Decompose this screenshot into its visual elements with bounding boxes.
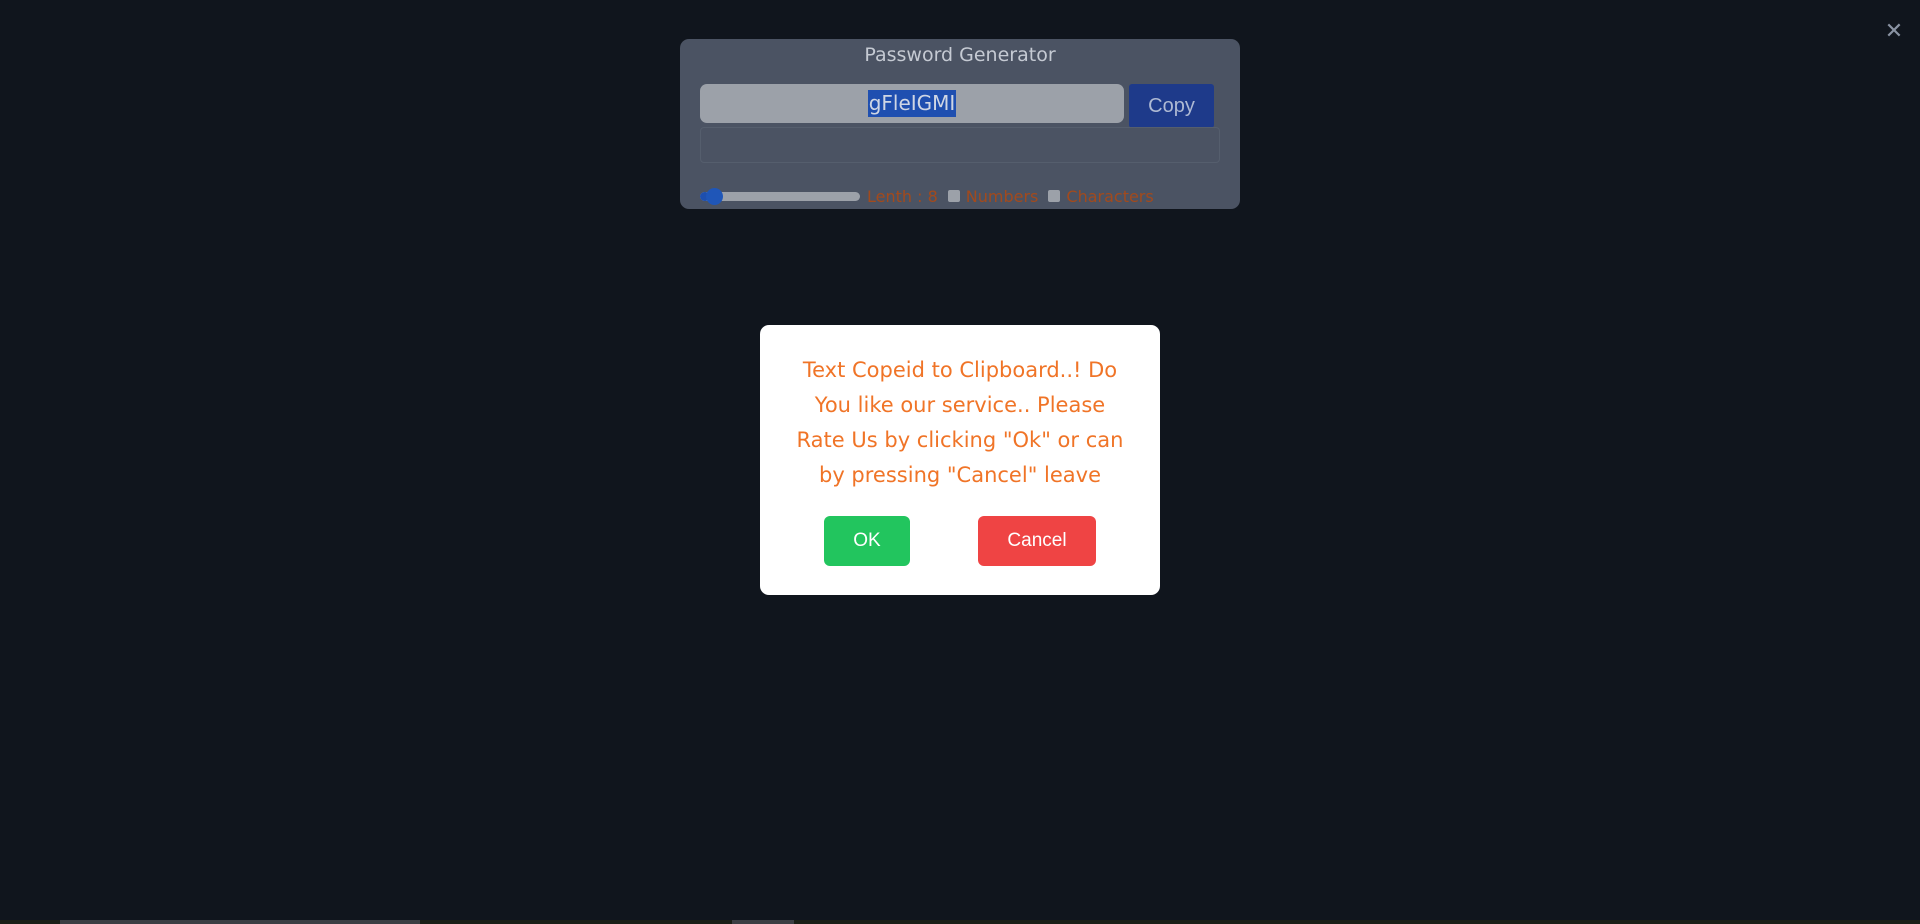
card-title: Password Generator bbox=[864, 44, 1056, 66]
page: ✕ Password Generator gFleIGMI Copy Lenth… bbox=[0, 0, 1920, 924]
ok-button[interactable]: OK bbox=[824, 516, 910, 566]
rate-us-dialog: Text Copeid to Clipboard..! Do You like … bbox=[760, 325, 1160, 595]
length-label: Lenth : 8 bbox=[867, 186, 938, 206]
numbers-checkbox[interactable] bbox=[947, 190, 960, 202]
card-inner-strip bbox=[700, 127, 1220, 163]
horizontal-scrollbar[interactable] bbox=[60, 920, 420, 924]
dialog-message: Text Copeid to Clipboard..! Do You like … bbox=[796, 358, 1124, 487]
characters-label[interactable]: Characters bbox=[1066, 187, 1153, 206]
numbers-label[interactable]: Numbers bbox=[966, 187, 1039, 206]
close-icon[interactable]: ✕ bbox=[1882, 20, 1906, 44]
copy-button[interactable]: Copy bbox=[1129, 84, 1214, 128]
password-value-selected: gFleIGMI bbox=[867, 90, 957, 117]
cancel-button[interactable]: Cancel bbox=[978, 516, 1096, 566]
characters-checkbox[interactable] bbox=[1048, 190, 1061, 202]
length-slider[interactable] bbox=[700, 187, 860, 205]
password-output-field[interactable]: gFleIGMI bbox=[700, 84, 1124, 123]
length-slider-thumb[interactable] bbox=[705, 187, 723, 205]
options-row: Lenth : 8 Numbers Characters bbox=[700, 186, 1154, 206]
taskbar-indicator bbox=[732, 920, 794, 924]
password-generator-card: Password Generator gFleIGMI Copy Lenth :… bbox=[680, 39, 1240, 209]
